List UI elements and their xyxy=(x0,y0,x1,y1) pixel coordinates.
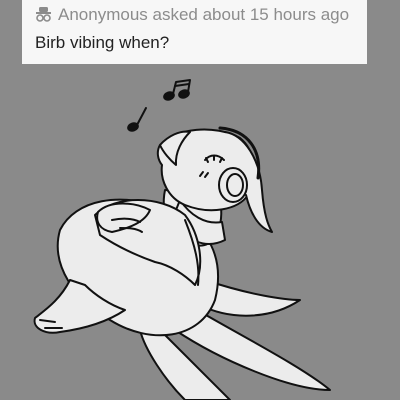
post-screen: Anonymous asked about 15 hours ago Birb … xyxy=(0,0,400,400)
music-notes-icon xyxy=(163,79,191,101)
question-text: Birb vibing when? xyxy=(35,33,170,52)
bird-vibing-illustration xyxy=(33,79,331,400)
asker-line: Anonymous asked about 15 hours ago xyxy=(35,1,359,28)
asker-label: Anonymous asked about 15 hours ago xyxy=(58,4,350,24)
question-card: Anonymous asked about 15 hours ago Birb … xyxy=(22,0,367,64)
anonymous-icon xyxy=(35,6,52,23)
music-note-icon xyxy=(127,107,147,132)
